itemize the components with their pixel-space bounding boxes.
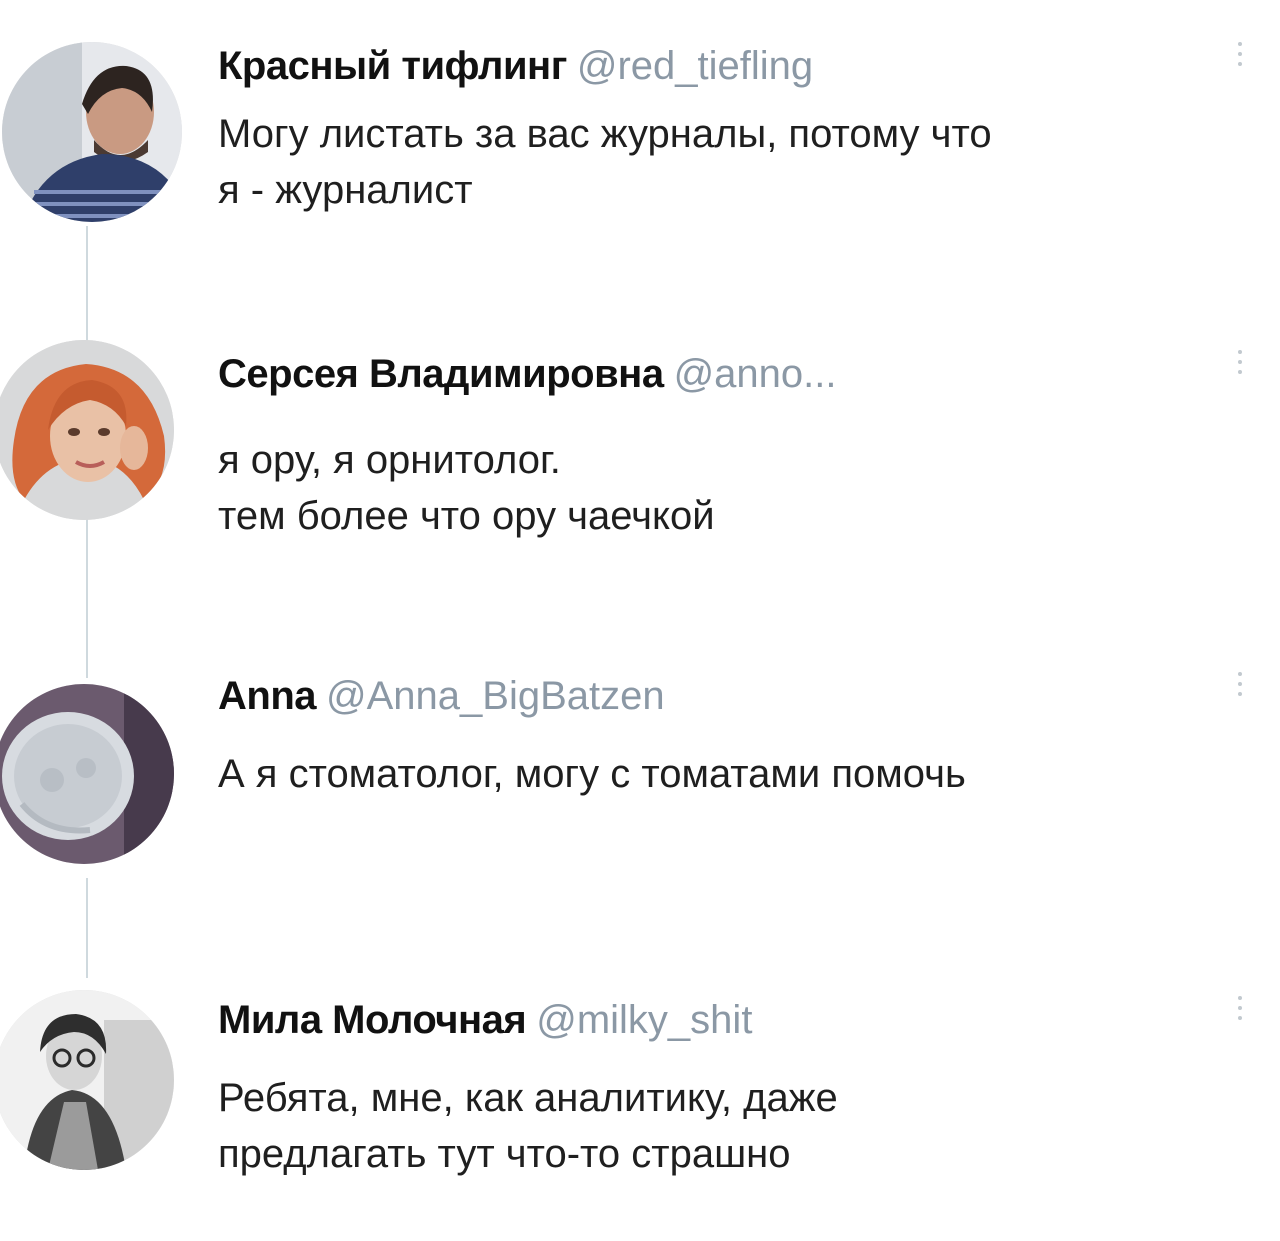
vertical-ellipsis-icon[interactable] xyxy=(1230,42,1250,66)
author-handle[interactable]: @milky_shit xyxy=(536,998,752,1042)
author-handle[interactable]: @anno... xyxy=(674,352,837,396)
author-name[interactable]: Красный тифлинг xyxy=(218,44,567,88)
vertical-ellipsis-icon[interactable] xyxy=(1230,350,1250,374)
tweet-text: я ору, я орнитолог. тем более что ору ча… xyxy=(218,438,715,538)
tweet-text: А я стоматолог, могу с томатами помочь xyxy=(218,752,966,796)
tweet-header: Красный тифлинг @red_tiefling xyxy=(218,42,813,90)
tweet-item[interactable]: Красный тифлинг @red_tiefling Могу листат… xyxy=(0,0,1280,300)
author-name[interactable]: Мила Молочная xyxy=(218,998,527,1042)
man-portrait-avatar[interactable] xyxy=(2,42,182,222)
xray-skull-avatar[interactable] xyxy=(0,684,174,864)
thread-connector-line xyxy=(86,878,88,978)
vertical-ellipsis-icon[interactable] xyxy=(1230,672,1250,696)
tweet-header: Серсея Владимировна @anno... xyxy=(218,350,837,398)
author-name[interactable]: Anna xyxy=(218,674,317,718)
tweet-text: Могу листать за вас журналы, потому что … xyxy=(218,112,992,212)
woman-red-hair-avatar[interactable] xyxy=(0,340,174,520)
author-handle[interactable]: @red_tiefling xyxy=(577,44,813,88)
thread-connector-line xyxy=(86,518,88,678)
tweet-thread: Красный тифлинг @red_tiefling Могу листат… xyxy=(0,0,1280,1241)
author-handle[interactable]: @Anna_BigBatzen xyxy=(326,674,665,718)
woman-glasses-avatar[interactable] xyxy=(0,990,174,1170)
tweet-header: Anna @Anna_BigBatzen xyxy=(218,672,665,720)
author-name[interactable]: Серсея Владимировна xyxy=(218,352,664,396)
tweet-header: Мила Молочная @milky_shit xyxy=(218,996,752,1044)
vertical-ellipsis-icon[interactable] xyxy=(1230,996,1250,1020)
tweet-text: Ребята, мне, как аналитику, даже предлаг… xyxy=(218,1076,838,1176)
